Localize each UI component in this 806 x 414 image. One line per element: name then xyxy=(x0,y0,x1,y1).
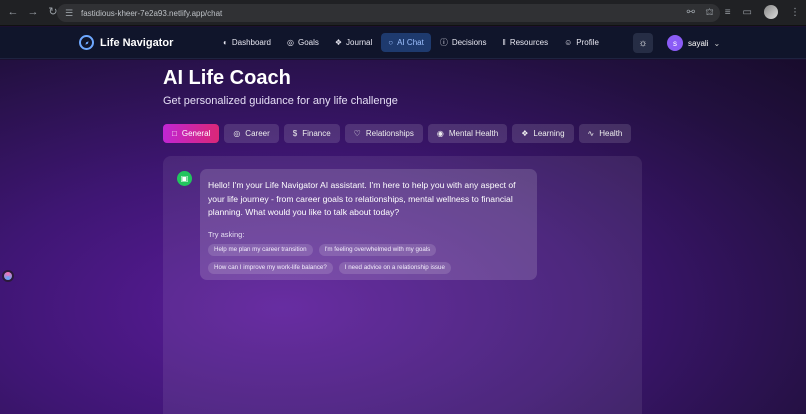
theme-toggle-button[interactable]: ☼ xyxy=(633,33,653,53)
chat-icon: □ xyxy=(172,129,177,138)
tab-relationships[interactable]: ♡ Relationships xyxy=(344,124,423,143)
brain-icon: ◉ xyxy=(436,129,444,138)
suggestion-chip[interactable]: I'm feeling overwhelmed with my goals xyxy=(318,243,437,256)
bot-icon: ▣ xyxy=(177,171,192,186)
media-icon[interactable]: ≡ xyxy=(725,7,731,18)
tab-mental-health[interactable]: ◉ Mental Health xyxy=(427,124,508,143)
tab-label: Health xyxy=(599,129,623,138)
compass-icon xyxy=(79,35,94,50)
chevron-down-icon: ⌄ xyxy=(713,38,721,48)
sun-icon: ☼ xyxy=(638,37,648,49)
try-asking-label: Try asking: xyxy=(208,229,245,239)
nav-label: Goals xyxy=(297,38,319,47)
nav-ai-chat[interactable]: ○ AI Chat xyxy=(381,33,431,52)
tab-label: Learning xyxy=(533,129,565,138)
tab-label: Finance xyxy=(302,129,331,138)
chat-panel: ▣ Hello! I'm your Life Navigator AI assi… xyxy=(163,156,642,414)
nav-label: Resources xyxy=(509,38,549,47)
browser-menu-icon[interactable]: ⋮ xyxy=(790,7,800,18)
tab-finance[interactable]: $ Finance xyxy=(283,124,340,143)
avatar: s xyxy=(667,35,683,51)
heart-icon: ♡ xyxy=(353,129,361,138)
chat-icon: ○ xyxy=(388,37,394,47)
main-nav: ◐ Dashboard ◎ Goals ❖ Journal ○ AI Chat … xyxy=(216,33,606,52)
nav-label: Profile xyxy=(576,38,599,47)
back-icon[interactable]: ← xyxy=(6,6,20,20)
brand[interactable]: Life Navigator xyxy=(79,35,173,50)
nav-decisions[interactable]: ⓘ Decisions xyxy=(433,33,494,52)
nav-label: Journal xyxy=(346,38,373,47)
main-content: AI Life Coach Get personalized guidance … xyxy=(0,60,806,414)
app-navbar: Life Navigator ◐ Dashboard ◎ Goals ❖ Jou… xyxy=(0,27,806,59)
category-tabs: □ General ◎ Career $ Finance ♡ Relations… xyxy=(163,124,632,143)
page-subtitle: Get personalized guidance for any life c… xyxy=(163,95,398,107)
message-text: Hello! I'm your Life Navigator AI assist… xyxy=(208,180,516,218)
tab-career[interactable]: ◎ Career xyxy=(224,124,279,143)
tab-label: General xyxy=(181,129,211,138)
library-icon: ‖ xyxy=(502,37,506,47)
username: sayali xyxy=(688,38,709,48)
forward-icon[interactable]: → xyxy=(26,6,40,20)
site-info-icon[interactable]: ☰ xyxy=(65,8,75,18)
page-title: AI Life Coach xyxy=(163,67,291,89)
suggestion-list: Help me plan my career transition I'm fe… xyxy=(208,243,508,274)
nav-label: AI Chat xyxy=(397,38,424,47)
tab-label: Career xyxy=(245,129,270,138)
target-icon: ◎ xyxy=(286,37,294,47)
sidebar-icon[interactable]: ▭ xyxy=(743,7,752,18)
brand-name: Life Navigator xyxy=(100,36,174,49)
suggestion-chip[interactable]: Help me plan my career transition xyxy=(208,243,313,256)
browser-profile-avatar[interactable] xyxy=(764,5,778,19)
tab-label: Mental Health xyxy=(448,129,499,138)
user-icon: ☺ xyxy=(564,37,573,47)
dollar-icon: $ xyxy=(292,129,298,138)
extensions-icon[interactable]: □ xyxy=(707,7,713,18)
url-text: fastidious-kheer-7e2a93.netlify.app/chat xyxy=(81,8,223,18)
tab-general[interactable]: □ General xyxy=(163,124,220,143)
user-menu[interactable]: s sayali ⌄ xyxy=(667,35,720,51)
activity-icon: ∿ xyxy=(587,129,595,138)
tab-learning[interactable]: ❖ Learning xyxy=(512,124,574,143)
suggestion-chip[interactable]: How can I improve my work-life balance? xyxy=(208,261,333,274)
suggestion-chip[interactable]: I need advice on a relationship issue xyxy=(338,261,451,274)
browser-toolbar: ← → ↻ ☰ fastidious-kheer-7e2a93.netlify.… xyxy=(0,0,806,26)
nav-label: Dashboard xyxy=(231,38,271,47)
target-icon: ◎ xyxy=(233,129,241,138)
tab-label: Relationships xyxy=(365,129,414,138)
nav-journal[interactable]: ❖ Journal xyxy=(328,33,379,52)
nav-label: Decisions xyxy=(451,38,487,47)
nav-goals[interactable]: ◎ Goals xyxy=(280,33,326,52)
floating-assistant-icon[interactable] xyxy=(2,270,14,282)
address-bar[interactable]: ☰ fastidious-kheer-7e2a93.netlify.app/ch… xyxy=(57,4,720,22)
nav-profile[interactable]: ☺ Profile xyxy=(557,33,606,52)
key-icon[interactable]: ⚯ xyxy=(687,7,695,18)
tab-health[interactable]: ∿ Health xyxy=(578,124,632,143)
help-circle-icon: ⓘ xyxy=(439,37,448,47)
book-icon: ❖ xyxy=(334,37,343,47)
nav-dashboard[interactable]: ◐ Dashboard xyxy=(216,33,278,52)
assistant-message: Hello! I'm your Life Navigator AI assist… xyxy=(200,169,537,280)
book-icon: ❖ xyxy=(521,129,529,138)
dashboard-icon: ◐ xyxy=(223,37,228,47)
nav-resources[interactable]: ‖ Resources xyxy=(496,33,556,52)
